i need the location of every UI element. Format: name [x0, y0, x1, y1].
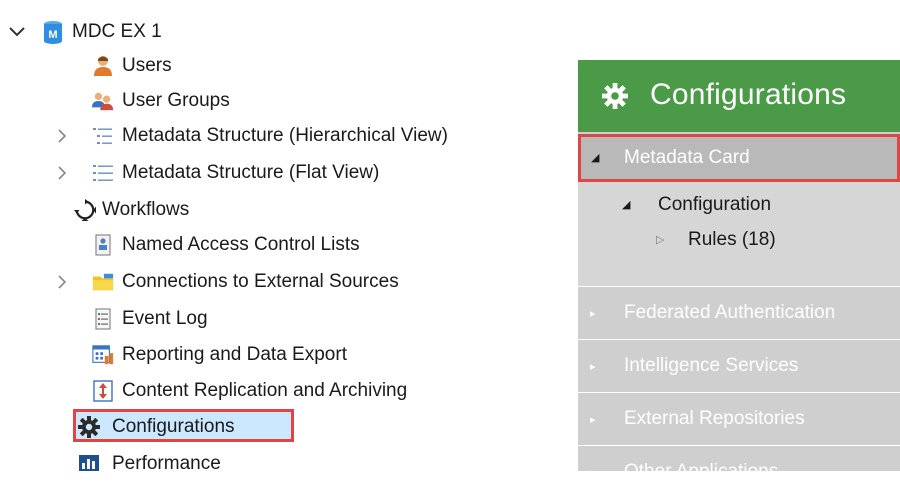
tree-item-label: Metadata Structure (Hierarchical View) [122, 125, 448, 146]
hierarchical-list-icon [92, 125, 114, 147]
section-label: Federated Authentication [624, 302, 836, 323]
section-label: External Repositories [624, 408, 805, 429]
expanded-triangle-icon[interactable]: ◢ [622, 198, 630, 211]
replication-icon [92, 380, 114, 402]
user-group-icon [92, 90, 114, 112]
metadata-card-children: ◢ Configuration ▷ Rules (18) [578, 182, 900, 286]
tree-item-label: Event Log [122, 308, 208, 329]
tree-item-event-log[interactable]: Event Log [92, 301, 208, 337]
vault-icon: M [42, 21, 64, 44]
tree-item-users[interactable]: Users [92, 48, 172, 84]
tree-item-label: Configurations [112, 416, 235, 437]
tree-item-metadata-flat[interactable]: Metadata Structure (Flat View) [92, 155, 379, 191]
workflow-icon [74, 199, 96, 221]
flat-list-icon [92, 162, 114, 184]
tree-item-access-control-lists[interactable]: Named Access Control Lists [92, 227, 360, 263]
reporting-icon [92, 344, 114, 366]
svg-text:M: M [48, 29, 57, 41]
section-federated-authentication[interactable]: ▸ Federated Authentication [578, 286, 900, 339]
tree-item-performance[interactable]: Performance [78, 446, 221, 482]
chevron-right-icon[interactable] [55, 129, 69, 143]
collapsed-triangle-icon[interactable]: ▸ [590, 360, 596, 373]
folder-connection-icon [92, 271, 114, 293]
section-other-applications[interactable]: ▸ Other Applications [578, 445, 900, 498]
chevron-down-icon[interactable] [8, 25, 26, 39]
gear-icon [78, 416, 100, 438]
tree-item-label: Performance [112, 453, 221, 474]
tree-root-vault[interactable]: M MDC EX 1 [8, 14, 162, 50]
section-intelligence-services[interactable]: ▸ Intelligence Services [578, 339, 900, 392]
expanded-triangle-icon[interactable]: ◢ [591, 151, 599, 164]
tree-item-reporting[interactable]: Reporting and Data Export [92, 337, 347, 373]
section-label: Intelligence Services [624, 355, 799, 376]
tree-root-label: MDC EX 1 [72, 21, 162, 42]
tree-item-replication[interactable]: Content Replication and Archiving [92, 373, 407, 409]
tree-item-label: Metadata Structure (Flat View) [122, 162, 380, 183]
tree-item-label: User Groups [122, 90, 230, 111]
section-label: Metadata Card [624, 147, 750, 168]
tree-item-label: Users [122, 55, 172, 76]
tree-item-label: Named Access Control Lists [122, 234, 360, 255]
node-configuration[interactable]: Configuration [658, 194, 771, 216]
event-log-icon [92, 308, 114, 330]
collapsed-triangle-icon[interactable]: ▸ [590, 413, 596, 426]
section-label: Other Applications [624, 461, 779, 482]
tree-item-external-connections[interactable]: Connections to External Sources [92, 264, 399, 300]
configurations-panel: Configurations ◢ Metadata Card ◢ Configu… [578, 60, 900, 482]
collapsed-triangle-icon[interactable]: ▷ [656, 233, 664, 246]
node-rules[interactable]: Rules (18) [688, 229, 776, 251]
panel-title: Configurations [650, 78, 847, 111]
tree-item-metadata-hierarchical[interactable]: Metadata Structure (Hierarchical View) [92, 118, 448, 154]
tree-item-workflows[interactable]: Workflows [74, 192, 189, 228]
collapsed-triangle-icon[interactable]: ▸ [590, 307, 596, 320]
collapsed-triangle-icon[interactable]: ▸ [590, 466, 596, 479]
user-icon [92, 55, 114, 77]
tree-item-label: Reporting and Data Export [122, 344, 347, 365]
tree-item-configurations[interactable]: Configurations [78, 409, 235, 445]
panel-header: Configurations [578, 60, 900, 132]
gear-icon [602, 83, 628, 114]
access-list-icon [92, 234, 114, 256]
section-metadata-card[interactable]: ◢ Metadata Card [578, 134, 900, 182]
tree-item-label: Connections to External Sources [122, 271, 399, 292]
chevron-right-icon[interactable] [55, 166, 69, 180]
tree-item-label: Workflows [102, 199, 190, 220]
tree-item-label: Content Replication and Archiving [122, 380, 408, 401]
section-external-repositories[interactable]: ▸ External Repositories [578, 392, 900, 445]
tree-item-user-groups[interactable]: User Groups [92, 83, 230, 119]
performance-icon [78, 453, 100, 475]
navigation-tree: M MDC EX 1 Users User Groups Metadata St… [0, 0, 560, 474]
chevron-right-icon[interactable] [55, 275, 69, 289]
